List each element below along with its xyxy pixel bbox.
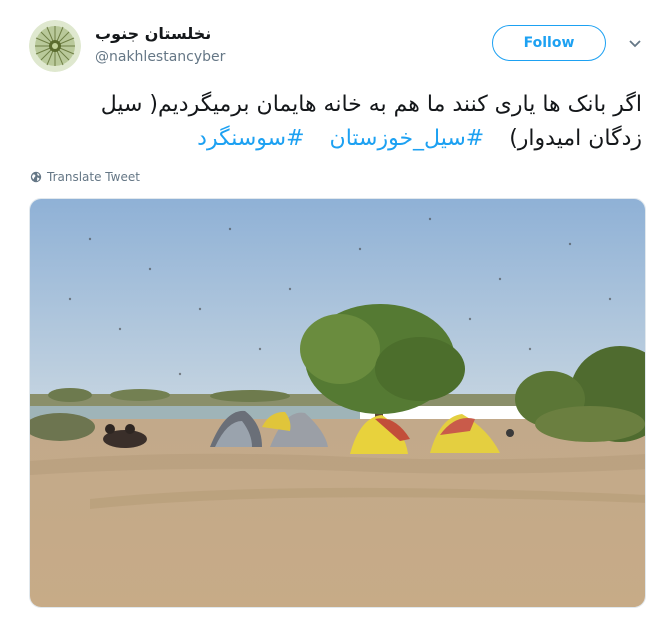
hashtag-link[interactable]: #سوسنگرد	[197, 126, 304, 151]
avatar[interactable]	[29, 20, 81, 72]
tweet-card: نخلستان جنوب @nakhlestancyber Follow اگر…	[0, 0, 672, 619]
chevron-down-icon[interactable]	[627, 36, 643, 52]
follow-button[interactable]: Follow	[492, 25, 606, 61]
translate-tweet-link[interactable]: Translate Tweet	[30, 170, 140, 184]
hashtag-link[interactable]: #سیل_خوزستان	[330, 126, 485, 151]
tweet-photo[interactable]	[29, 198, 646, 608]
dandelion-avatar-icon	[29, 20, 81, 72]
tweet-line-1: اگر بانک ها یاری کنند ما هم به خانه هایم…	[100, 92, 642, 117]
translate-label[interactable]: Translate Tweet	[47, 170, 140, 184]
globe-icon	[30, 171, 42, 183]
tweet-line-2-text: زدگان امیدوار)	[509, 126, 642, 151]
tweet-line-2: زدگان امیدوار) #سیل_خوزستان #سوسنگرد	[30, 122, 642, 156]
tweet-text: اگر بانک ها یاری کنند ما هم به خانه هایم…	[30, 88, 642, 156]
display-name[interactable]: نخلستان جنوب	[95, 24, 211, 43]
photo-camp-tents-image	[30, 199, 645, 607]
user-handle[interactable]: @nakhlestancyber	[95, 49, 225, 65]
